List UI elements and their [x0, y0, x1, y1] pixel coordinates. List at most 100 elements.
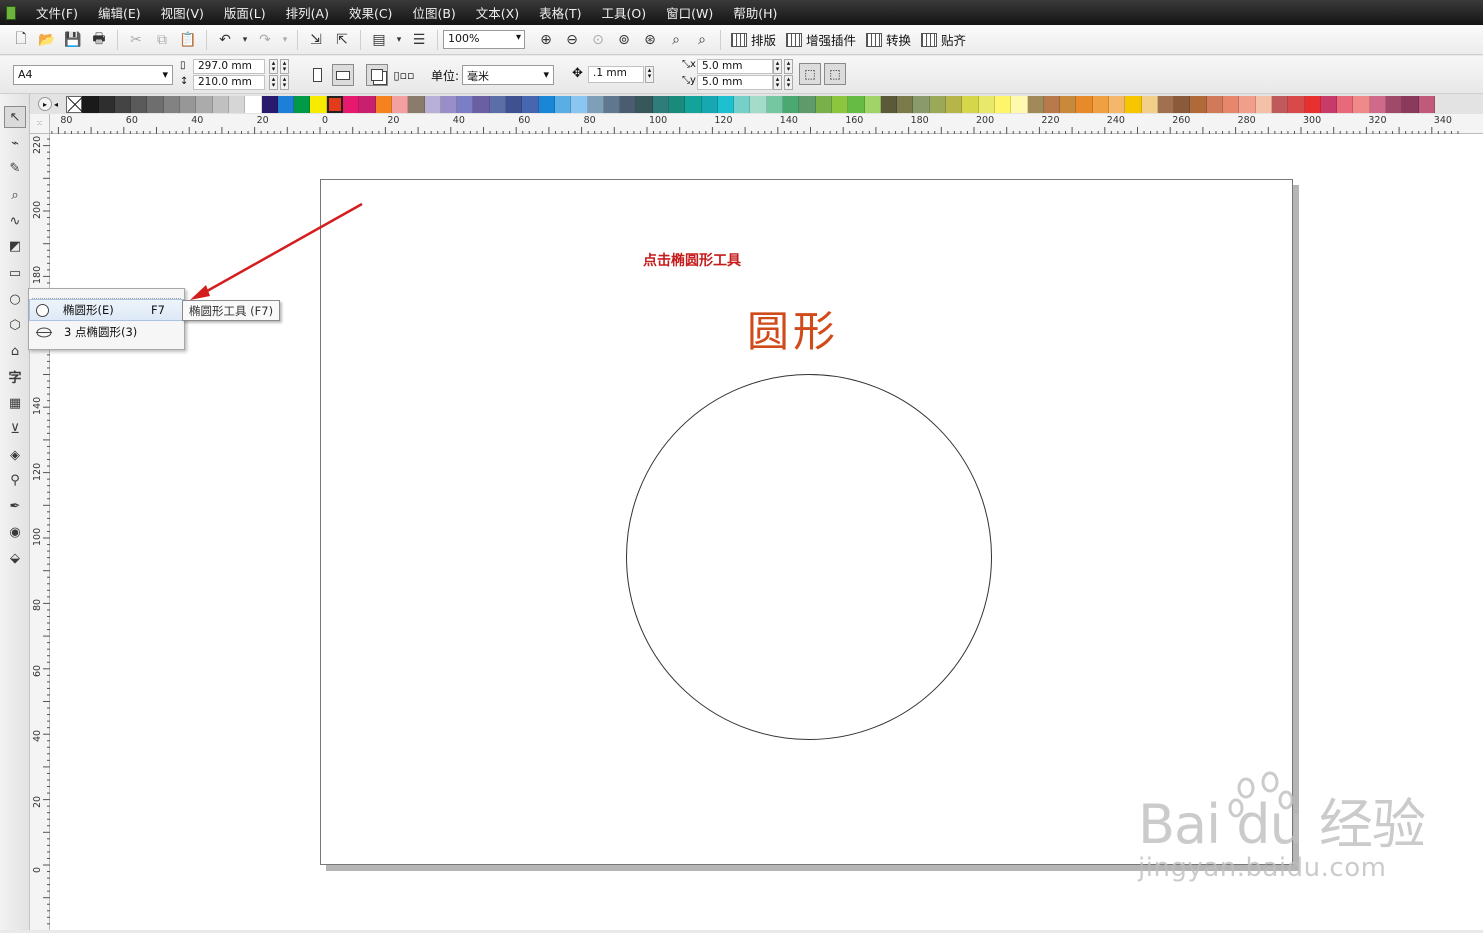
color-swatch[interactable] [929, 95, 947, 113]
color-swatch[interactable] [228, 95, 246, 113]
all-pages-button[interactable] [366, 64, 388, 86]
color-swatch[interactable] [1060, 95, 1077, 113]
color-swatch[interactable] [1206, 95, 1224, 113]
color-swatch[interactable] [1304, 95, 1321, 113]
color-swatch[interactable] [1125, 95, 1142, 113]
dup-x-spinner-2[interactable]: ▴ ▾ [784, 59, 793, 74]
layout-button[interactable]: 排版 [731, 30, 776, 49]
color-swatch[interactable] [1174, 95, 1191, 113]
color-swatch[interactable] [1369, 95, 1387, 113]
snap-button[interactable]: 贴齐 [921, 30, 966, 49]
zoom-page-icon[interactable]: ⊛ [639, 29, 661, 51]
zoom-selected-icon[interactable]: ⊙ [587, 29, 609, 51]
duplicate-distance-y-field[interactable]: 5.0 mm [697, 75, 773, 90]
save-icon[interactable]: 💾 [62, 29, 84, 51]
width-spinner[interactable]: ▴ ▾ [269, 59, 278, 74]
application-launcher-icon[interactable]: ▤ [368, 29, 390, 51]
color-swatch[interactable] [506, 95, 523, 113]
color-swatch[interactable] [294, 95, 311, 113]
redo-icon[interactable]: ↷ [254, 29, 276, 51]
color-swatch[interactable] [685, 95, 702, 113]
color-swatch[interactable] [522, 95, 539, 113]
color-swatch[interactable] [343, 95, 360, 113]
paste-icon[interactable]: 📋 [177, 29, 199, 51]
smart-fill-tool-icon[interactable]: ◩ [4, 235, 26, 257]
color-swatch[interactable] [978, 95, 995, 113]
color-swatch[interactable] [766, 95, 784, 113]
zoom-out-icon[interactable]: ⊖ [561, 29, 583, 51]
color-swatch[interactable] [114, 95, 132, 113]
color-swatch[interactable] [1223, 95, 1240, 113]
current-page-button[interactable]: ▯▫▫ [393, 64, 415, 86]
color-swatch[interactable] [163, 95, 181, 113]
color-swatch[interactable] [1190, 95, 1207, 113]
export-icon[interactable]: ⇱ [331, 29, 353, 51]
color-swatch[interactable] [131, 95, 148, 113]
color-swatch[interactable] [473, 95, 490, 113]
color-swatch[interactable] [440, 95, 458, 113]
ruler-origin[interactable]: ⁙ [30, 114, 50, 134]
color-swatch[interactable] [1076, 95, 1093, 113]
color-swatch[interactable] [1027, 95, 1044, 113]
redo-dropdown-icon[interactable]: ▾ [280, 29, 290, 51]
smear-tool-icon[interactable]: ✎ [4, 157, 26, 179]
menu-item[interactable]: 窗口(W) [656, 3, 723, 22]
color-swatch[interactable] [750, 95, 767, 113]
table-tool-icon[interactable]: ▦ [4, 392, 26, 414]
shape-tool-icon[interactable]: ⌁ [4, 132, 26, 154]
welcome-screen-icon[interactable]: ☰ [408, 29, 430, 51]
undo-dropdown-icon[interactable]: ▾ [240, 29, 250, 51]
color-swatch[interactable] [880, 95, 898, 113]
ellipse-object[interactable] [626, 374, 992, 740]
color-swatch[interactable] [1239, 95, 1256, 113]
color-swatch[interactable] [652, 95, 669, 113]
color-swatch[interactable] [717, 95, 735, 113]
color-swatch[interactable] [391, 95, 409, 113]
color-swatch[interactable] [946, 95, 963, 113]
zoom-all-icon[interactable]: ⊚ [613, 29, 635, 51]
unit-select[interactable]: 毫米 [462, 65, 554, 85]
dup-x-spinner[interactable]: ▴ ▾ [773, 59, 782, 74]
menu-item[interactable]: 效果(C) [339, 3, 402, 22]
dimension-tool-icon[interactable]: ⊻ [4, 418, 26, 440]
color-swatch[interactable] [408, 95, 425, 113]
color-swatch[interactable] [831, 95, 849, 113]
menu-item[interactable]: 编辑(E) [88, 3, 151, 22]
basic-shapes-tool-icon[interactable]: ⌂ [4, 340, 26, 362]
palette-scroll-left-icon[interactable]: ◂ [54, 100, 64, 109]
color-swatch[interactable] [620, 95, 637, 113]
freehand-tool-icon[interactable]: ∿ [4, 210, 26, 232]
color-swatch[interactable] [1255, 95, 1272, 113]
color-swatch[interactable] [212, 95, 229, 113]
color-swatch[interactable] [1043, 95, 1061, 113]
menu-item[interactable]: 工具(O) [592, 3, 657, 22]
color-swatch[interactable] [962, 95, 979, 113]
menu-item[interactable]: 文本(X) [466, 3, 529, 22]
print-icon[interactable]: 🖶 [88, 29, 110, 51]
color-swatch[interactable] [147, 95, 164, 113]
color-swatch[interactable] [815, 95, 832, 113]
eyedropper-tool-icon[interactable]: ⚲ [4, 469, 26, 491]
color-swatch[interactable] [571, 95, 588, 113]
color-swatch[interactable] [701, 95, 718, 113]
menu-item[interactable]: 版面(L) [214, 3, 276, 22]
color-swatch[interactable] [375, 95, 392, 113]
zoom-height-icon[interactable]: ⌕ [691, 29, 713, 51]
color-swatch[interactable] [359, 95, 376, 113]
open-icon[interactable]: 📂 [36, 29, 58, 51]
color-swatch[interactable] [1353, 95, 1370, 113]
color-swatch[interactable] [1271, 95, 1289, 113]
flyout-grip[interactable] [32, 291, 181, 299]
launcher-dropdown-icon[interactable]: ▾ [394, 29, 404, 51]
color-swatch[interactable] [1288, 95, 1305, 113]
color-swatch[interactable] [1157, 95, 1175, 113]
landscape-button[interactable] [332, 64, 354, 86]
color-swatch[interactable] [82, 95, 99, 113]
zoom-level-select[interactable]: 100% [443, 30, 525, 49]
color-swatch[interactable] [897, 95, 914, 113]
zoom-tool-icon[interactable]: ⌕ [4, 184, 26, 206]
undo-icon[interactable]: ↶ [214, 29, 236, 51]
cut-icon[interactable]: ✂ [125, 29, 147, 51]
color-swatch[interactable] [668, 95, 686, 113]
menu-item[interactable]: 文件(F) [26, 3, 88, 22]
